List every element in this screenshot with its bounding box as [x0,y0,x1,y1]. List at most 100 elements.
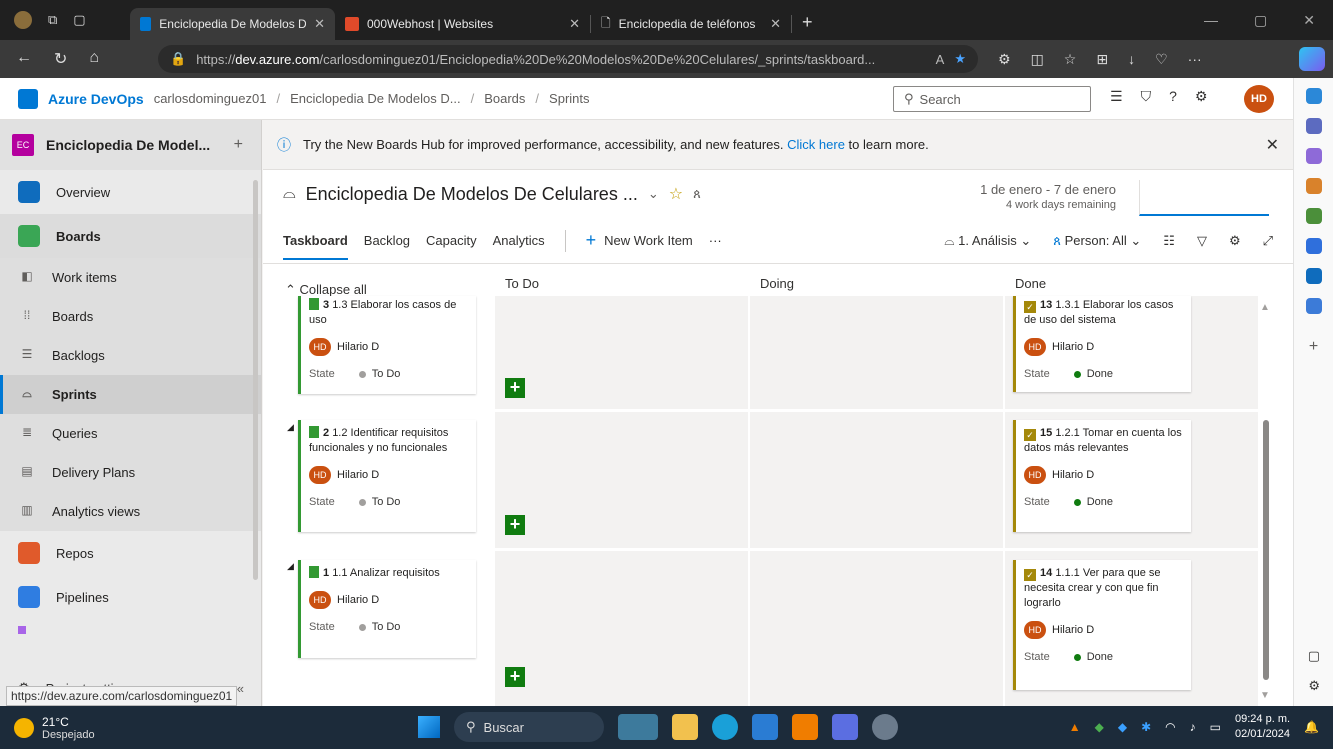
close-tab-icon[interactable]: ✕ [569,16,580,32]
card-assignee[interactable]: HD Hilario D [1024,621,1183,639]
volume-icon[interactable]: ♪ [1190,720,1196,734]
battery-icon[interactable]: ▭ [1210,720,1221,734]
backlog-card-3[interactable]: 3 1.3 Elaborar los casos de uso HD Hilari… [298,296,476,394]
more-actions-icon[interactable]: ··· [709,233,722,248]
vertical-tabs-icon[interactable]: ▢ [73,12,85,28]
drop-icon[interactable] [1305,298,1322,314]
backlog-card-1[interactable]: 1 1.1 Analizar requisitos HD Hilario D St… [298,560,476,658]
chevron-down-icon[interactable]: ⌄ [648,186,659,202]
search-input[interactable]: ⚲ Search [893,86,1091,112]
tab-capacity[interactable]: Capacity [426,233,477,248]
search-sidebar-icon[interactable] [1305,118,1322,134]
card-state[interactable]: State To Do [309,368,468,380]
breadcrumb-organization[interactable]: carlosdominguez01 [154,91,267,106]
sprint-title[interactable]: Enciclopedia De Modelos De Celulares ... [306,184,638,205]
start-windows-icon[interactable] [418,716,440,738]
card-assignee[interactable]: HD Hilario D [1024,466,1183,484]
lock-icon[interactable]: 🔒 [170,51,186,67]
card-assignee[interactable]: HD Hilario D [309,591,468,609]
vlc-icon[interactable] [792,714,818,740]
wifi-icon[interactable]: ◠ [1165,720,1175,734]
board-scrollbar[interactable] [1263,420,1269,680]
sidebar-item-repos[interactable]: Repos [0,531,261,575]
close-tab-icon[interactable]: ✕ [770,16,781,32]
tray-app-icon-2[interactable]: ◆ [1118,720,1127,734]
games-icon[interactable] [1305,208,1322,224]
person-filter[interactable]: ጰ Person: All ⌄ [1053,233,1141,249]
card-assignee[interactable]: HD Hilario D [1024,338,1183,356]
help-icon[interactable]: ? [1169,88,1177,105]
read-aloud-icon[interactable]: A [936,52,945,67]
filter-icon[interactable]: ▽ [1197,233,1207,249]
tab-taskboard[interactable]: Taskboard [283,233,348,260]
settings-icon[interactable]: ⚙ [1229,233,1241,249]
marketplace-icon[interactable]: ⛉ [1141,88,1152,105]
settings-app-icon[interactable] [872,714,898,740]
url-input[interactable]: 🔒 https://dev.azure.com/carlosdominguez0… [158,45,978,73]
tools-icon[interactable] [1305,178,1322,194]
sidebar-item-pipelines[interactable]: Pipelines [0,575,261,619]
tab-analytics[interactable]: Analytics [493,233,545,248]
user-settings-icon[interactable]: ⚙ [1195,88,1208,105]
microsoft365-icon[interactable] [1305,238,1322,254]
close-banner-icon[interactable]: ✕ [1266,135,1279,155]
file-explorer-icon[interactable] [672,714,698,740]
restore-icon[interactable]: ▢ [1254,12,1267,29]
sidebar-layout-icon[interactable]: ▢ [1308,648,1320,664]
profile-icon[interactable] [14,11,32,29]
card-state[interactable]: State To Do [309,621,468,633]
tray-app-icon[interactable]: ◆ [1095,720,1104,734]
new-work-item-button[interactable]: + New Work Item [586,230,693,251]
doing-column[interactable] [750,296,1003,706]
collapse-nav-icon[interactable]: « [237,681,244,696]
close-window-icon[interactable]: ✕ [1303,12,1315,29]
shopping-icon[interactable] [1305,148,1322,164]
back-icon[interactable]: ← [16,49,32,69]
sidebar-item-delivery-plans[interactable]: ▤ Delivery Plans [0,453,261,492]
favorites-icon[interactable]: ☆ [1064,51,1077,68]
minimize-icon[interactable]: — [1204,12,1218,29]
sidebar-item-overview[interactable]: Overview [0,170,261,214]
done-card-14[interactable]: ✓ 14 1.1.1 Ver para que se necesita crear… [1013,560,1191,690]
taskbar-search[interactable]: ⚲ Buscar [454,712,604,742]
sidebar-item-boards-sub[interactable]: ⁞⁞ Boards [0,297,261,336]
workspaces-icon[interactable]: ⧉ [48,12,57,28]
backlog-card-2[interactable]: 2 1.2 Identificar requisitos funcionales… [298,420,476,532]
done-card-13[interactable]: ✓ 13 1.3.1 Elaborar los casos de uso del … [1013,296,1191,392]
browser-tab-2[interactable]: 000Webhost | Websites ✕ [335,8,590,40]
add-task-button[interactable]: + [505,378,525,398]
browser-tab-1[interactable]: Enciclopedia De Modelos De Celu ✕ [130,8,335,40]
card-assignee[interactable]: HD Hilario D [309,338,468,356]
close-tab-icon[interactable]: ✕ [314,16,325,32]
breadcrumb-boards[interactable]: Boards [484,91,525,106]
new-tab-icon[interactable]: + [802,12,813,33]
todo-column[interactable] [495,296,748,706]
refresh-icon[interactable]: ↻ [54,49,67,69]
burndown-minichart[interactable] [1139,180,1269,216]
favorite-star-icon[interactable]: ★ [954,51,966,67]
add-task-button[interactable]: + [505,515,525,535]
scroll-down-icon[interactable]: ▼ [1260,690,1270,701]
sidebar-item-analytics-views[interactable]: ▥ Analytics views [0,492,261,531]
vscode-icon[interactable] [752,714,778,740]
extensions-icon[interactable]: ⚙ [998,51,1011,68]
copilot-icon[interactable] [1299,47,1325,71]
downloads-icon[interactable]: ↓ [1128,51,1135,68]
split-screen-icon[interactable]: ◫ [1031,51,1044,68]
sidebar-settings-icon[interactable]: ⚙ [1308,678,1320,694]
sidebar-item-sprints[interactable]: ⌓ Sprints [0,375,261,414]
tab-backlog[interactable]: Backlog [364,233,410,248]
weather-widget[interactable]: 21°C Despejado [0,715,200,741]
brand-link[interactable]: Azure DevOps [48,91,144,107]
edge-browser-icon[interactable] [712,714,738,740]
project-header[interactable]: EC Enciclopedia De Model... + [0,120,261,170]
browser-tab-3[interactable]: 🗋 Enciclopedia de teléfonos ✕ [591,8,791,40]
more-menu-icon[interactable]: ··· [1188,51,1202,68]
sidebar-item-boards[interactable]: Boards [0,214,261,258]
scroll-up-icon[interactable]: ▲ [1260,302,1270,313]
row-expander-icon[interactable]: ◢ [287,422,294,433]
widgets-app-icon[interactable] [618,714,658,740]
row-expander-icon[interactable]: ◢ [287,561,294,572]
fullscreen-icon[interactable]: ⤢ [1263,233,1273,249]
card-state[interactable]: State To Do [309,496,468,508]
